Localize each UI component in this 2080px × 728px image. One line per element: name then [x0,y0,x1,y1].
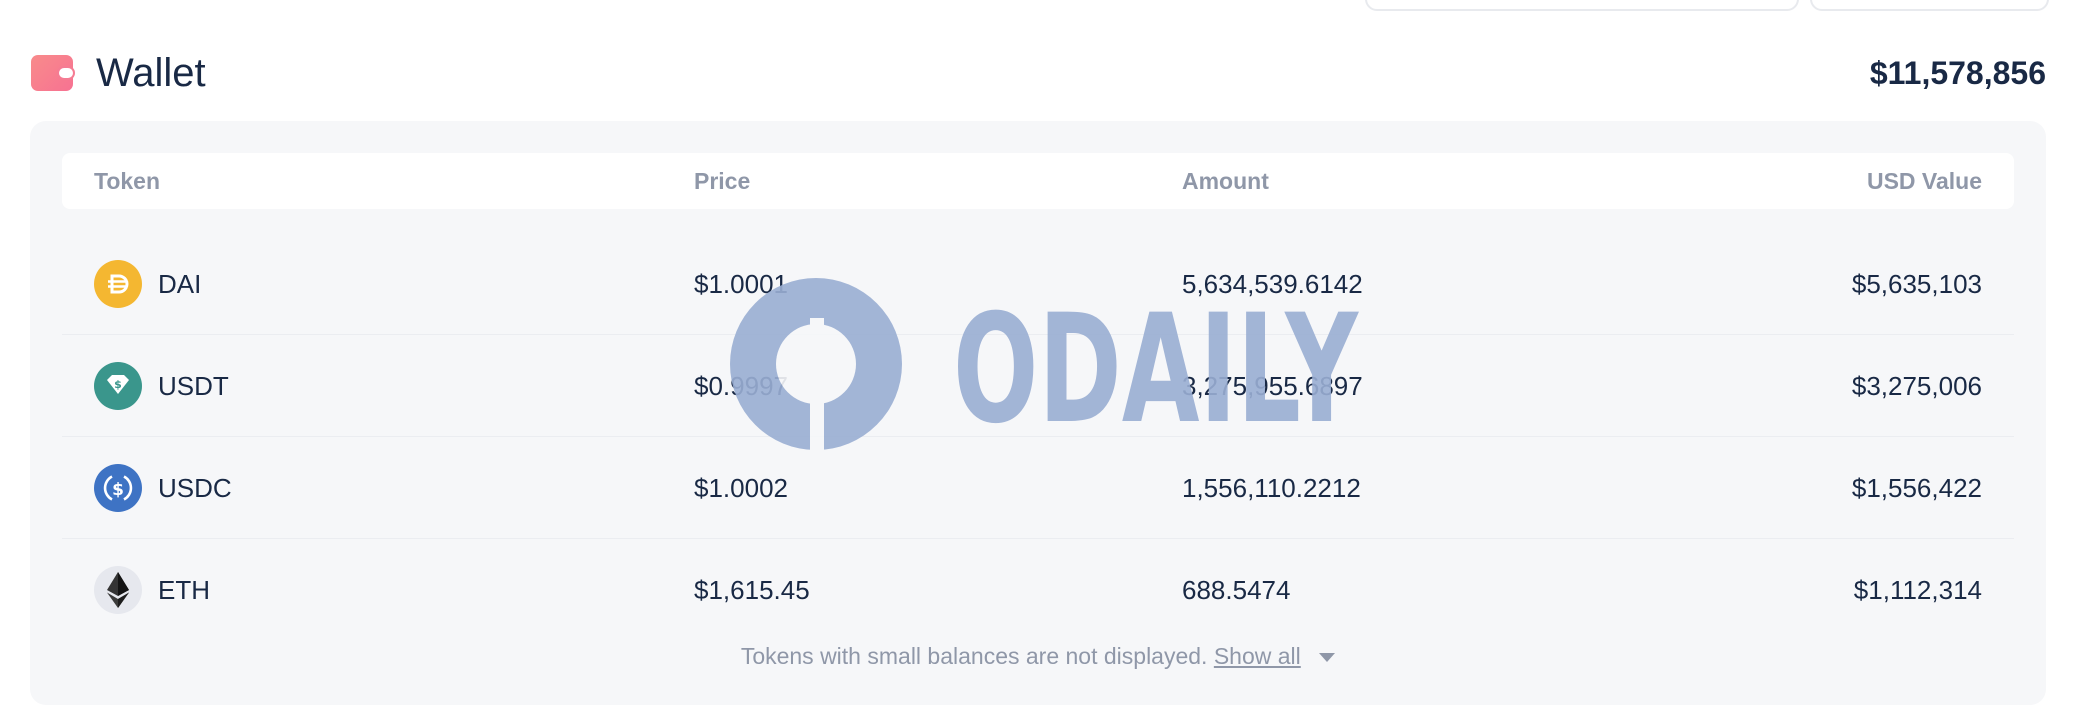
table-row: ETH $1,615.45 688.5474 $1,112,314 [62,539,2014,641]
token-amount: 3,275,955.6897 [1182,371,1363,401]
token-amount: 5,634,539.6142 [1182,269,1363,299]
token-usd-value: $1,556,422 [1851,473,1982,503]
token-name: DAI [158,269,202,299]
usdt-icon: $ [94,362,142,410]
token-amount: 688.5474 [1182,575,1291,605]
small-balances-text: Tokens with small balances are not displ… [740,643,1208,669]
table-header: Token Price Amount USD Value [62,153,2014,209]
show-all-link[interactable]: Show all [1214,643,1301,669]
eth-icon [94,566,142,614]
svg-text:$: $ [112,480,124,500]
header-amount: Amount [1182,168,1269,194]
usdc-icon: $ [94,464,142,512]
token-usd-value: $1,112,314 [1853,575,1982,605]
header-token: Token [94,168,161,194]
token-price: $1,615.45 [694,575,810,605]
top-control-right[interactable] [1810,0,2049,11]
wallet-title: Wallet [96,50,206,95]
dai-icon [94,260,142,308]
token-name: USDT [158,371,229,401]
token-name: USDC [158,473,232,503]
token-price: $0.9997 [694,371,788,401]
wallet-panel: Token Price Amount USD Value DAI $1.0001… [30,121,2046,705]
table-row: $ USDC $1.0002 1,556,110.2212 $1,556,422 [62,437,2014,539]
table-row: DAI $1.0001 5,634,539.6142 $5,635,103 [62,233,2014,335]
chevron-down-icon[interactable] [1319,653,1336,663]
token-name: ETH [158,575,210,605]
svg-text:$: $ [114,378,122,391]
token-amount: 1,556,110.2212 [1182,473,1361,503]
wallet-total-value: $11,578,856 [1869,54,2046,91]
small-balances-note: Tokens with small balances are not displ… [30,643,2046,670]
top-control-left[interactable] [1365,0,1799,11]
wallet-header: Wallet $11,578,856 [31,45,2046,101]
token-usd-value: $3,275,006 [1851,371,1982,401]
wallet-icon [31,55,75,91]
table-row: $ USDT $0.9997 3,275,955.6897 $3,275,006 [62,335,2014,437]
token-price: $1.0001 [694,269,788,299]
token-usd-value: $5,635,103 [1851,269,1982,299]
header-price: Price [694,168,751,194]
header-usd-value: USD Value [1866,168,1982,194]
token-price: $1.0002 [694,473,788,503]
